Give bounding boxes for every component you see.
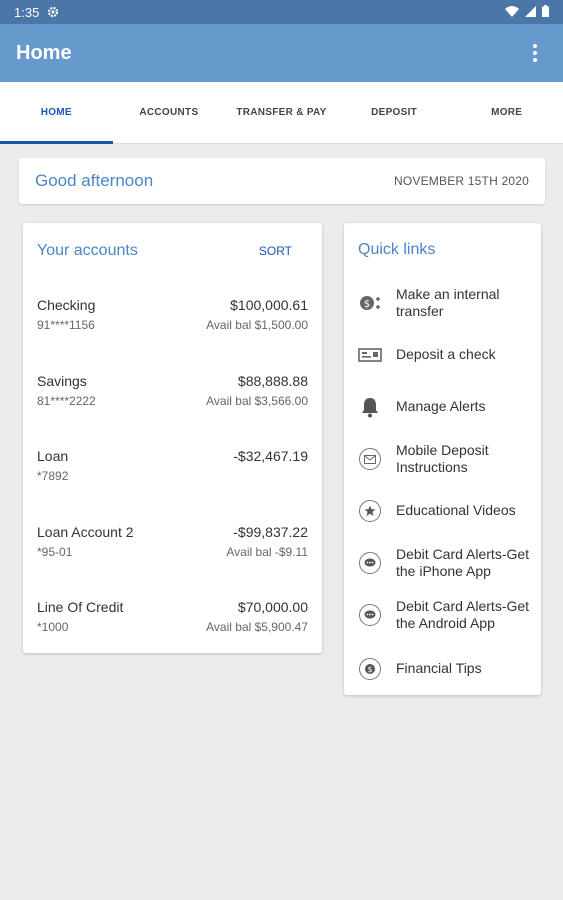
tab-home[interactable]: HOME	[0, 82, 113, 144]
svg-text:$: $	[367, 665, 372, 674]
account-balance: -$99,837.22	[233, 523, 308, 540]
account-name: Line Of Credit	[37, 599, 124, 615]
chat-icon	[344, 552, 396, 574]
account-available: Avail bal $3,566.00	[206, 393, 308, 408]
account-number: *95-01	[37, 544, 73, 559]
account-name: Savings	[37, 372, 87, 389]
svg-text:$: $	[364, 299, 370, 310]
quick-links-card: Quick links $ Make an internal transfer …	[344, 223, 541, 695]
account-number: 91****1156	[37, 318, 95, 332]
account-balance: $88,888.88	[237, 372, 308, 389]
greeting-card: Good afternoon NOVEMBER 15TH 2020	[19, 158, 545, 204]
quick-link-iphone-app[interactable]: Debit Card Alerts-Get the iPhone App	[344, 541, 541, 585]
status-time: 1:35	[14, 4, 40, 20]
quick-link-mobile-deposit-instructions[interactable]: Mobile Deposit Instructions	[344, 437, 541, 481]
quick-link-financial-tips[interactable]: $ Financial Tips	[344, 647, 541, 691]
quick-link-label: Mobile Deposit Instructions	[396, 441, 489, 476]
greeting-date: NOVEMBER 15TH 2020	[394, 174, 529, 188]
wifi-icon	[505, 5, 519, 20]
tab-deposit[interactable]: DEPOSIT	[338, 82, 451, 143]
transfer-icon: $	[344, 293, 396, 313]
account-available: Avail bal $1,500.00	[206, 318, 308, 332]
quick-links-title: Quick links	[358, 241, 436, 258]
overflow-menu-icon[interactable]	[523, 41, 547, 65]
star-icon	[344, 500, 396, 522]
app-bar: Home	[0, 24, 563, 82]
tab-transfer-pay[interactable]: TRANSFER & PAY	[225, 82, 338, 143]
account-number: *1000	[37, 620, 69, 634]
page-title: Home	[16, 41, 72, 64]
quick-link-educational-videos[interactable]: Educational Videos	[344, 489, 541, 533]
battery-icon	[542, 4, 549, 20]
check-icon	[344, 346, 396, 364]
chat-icon	[344, 604, 396, 626]
account-name: Checking	[37, 297, 96, 313]
account-number: 81****2222	[37, 393, 96, 408]
quick-link-label: Debit Card Alerts-Get the Android App	[396, 597, 530, 632]
accounts-title: Your accounts	[37, 242, 138, 259]
account-row-line-of-credit[interactable]: Line Of Credit *1000 $70,000.00 Avail bal …	[23, 581, 322, 657]
account-balance: -$32,467.19	[233, 448, 308, 464]
account-name: Loan	[37, 448, 69, 464]
sort-button[interactable]: SORT	[259, 244, 292, 258]
account-number: *7892	[37, 469, 69, 483]
signal-icon	[525, 5, 536, 20]
quick-link-label: Deposit a check	[396, 346, 496, 363]
greeting-text: Good afternoon	[35, 171, 154, 190]
tab-bar: HOME ACCOUNTS TRANSFER & PAY DEPOSIT MOR…	[0, 82, 563, 144]
account-row-savings[interactable]: Savings 81****2222 $88,888.88 Avail bal $3…	[23, 355, 322, 431]
account-row-loan[interactable]: Loan *7892 -$32,467.19	[23, 430, 322, 506]
quick-link-label: Educational Videos	[396, 502, 516, 519]
gear-icon	[47, 6, 59, 18]
quick-link-label: Financial Tips	[396, 660, 482, 677]
tab-more[interactable]: MORE	[450, 82, 563, 143]
quick-link-internal-transfer[interactable]: $ Make an internal transfer	[344, 281, 541, 325]
account-balance: $70,000.00	[237, 599, 308, 615]
quick-link-label: Make an internal transfer	[396, 285, 500, 320]
bell-icon	[344, 396, 396, 418]
account-available: Avail bal $5,900.47	[206, 620, 308, 634]
account-name: Loan Account 2	[37, 523, 134, 540]
tab-accounts[interactable]: ACCOUNTS	[113, 82, 226, 143]
account-balance: $100,000.61	[230, 297, 308, 313]
status-bar: 1:35	[0, 0, 563, 24]
quick-link-android-app[interactable]: Debit Card Alerts-Get the Android App	[344, 593, 541, 637]
dollar-icon: $	[344, 658, 396, 680]
accounts-card: Your accounts SORT Checking 91****1156 $1…	[23, 223, 322, 653]
quick-link-manage-alerts[interactable]: Manage Alerts	[344, 385, 541, 429]
mail-icon	[344, 448, 396, 470]
quick-link-deposit-check[interactable]: Deposit a check	[344, 333, 541, 377]
quick-link-label: Manage Alerts	[396, 398, 486, 415]
account-row-loan-account-2[interactable]: Loan Account 2 *95-01 -$99,837.22 Avail ba…	[23, 506, 322, 582]
account-row-checking[interactable]: Checking 91****1156 $100,000.61 Avail bal …	[23, 279, 322, 355]
quick-link-label: Debit Card Alerts-Get the iPhone App	[396, 545, 530, 580]
account-available: Avail bal -$9.11	[226, 544, 308, 559]
